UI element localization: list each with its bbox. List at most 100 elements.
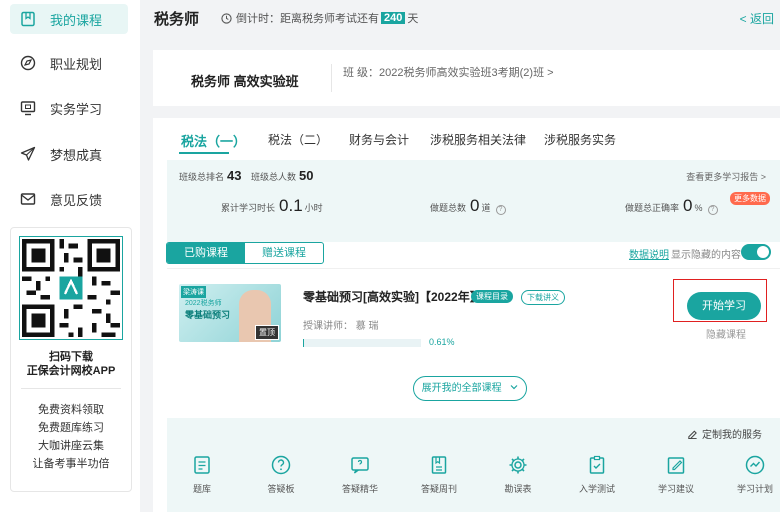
service-study-plan[interactable]: 学习计划: [725, 454, 780, 495]
errata-gear-icon: [509, 456, 527, 474]
tab-tax-law-1[interactable]: 税法（一）: [181, 131, 246, 150]
sidebar-item-career[interactable]: 职业规划: [10, 48, 128, 78]
show-hidden-label: 显示隐藏的内容: [671, 250, 741, 261]
course-progress-text: 0.61%: [429, 337, 455, 347]
entrance-test-icon: [589, 455, 605, 474]
chevron-down-icon: [510, 385, 518, 390]
thumbnail-title: 零基础预习: [185, 310, 231, 320]
service-study-advice[interactable]: 学习建议: [646, 454, 706, 495]
study-stats: 班级总排名 43 班级总人数 50 查看更多学习报告 > 累计学习时长 0.1 小时 做…: [167, 160, 780, 242]
qr-link-question-bank[interactable]: 免费题库练习: [11, 419, 131, 435]
subject-tabs: 税法（一） 税法（二） 财务与会计 涉税服务相关法律 涉税服务实务: [153, 118, 780, 158]
qr-title-line2: 正保会计网校APP: [26, 365, 116, 377]
service-qa-board[interactable]: 答疑板: [251, 454, 311, 495]
service-qa-highlights[interactable]: 答疑精华: [330, 454, 390, 495]
more-report-link[interactable]: 查看更多学习报告 >: [686, 170, 766, 183]
course-filter-toggle: 已购课程 赠送课程: [166, 242, 324, 264]
help-icon[interactable]: ?: [495, 205, 506, 215]
sidebar-item-my-courses[interactable]: 我的课程: [10, 4, 128, 34]
course-thumbnail[interactable]: 梁涛课 2022税务师 零基础预习 置顶: [179, 284, 281, 342]
download-handout-badge[interactable]: 下载讲义: [521, 290, 565, 305]
customize-services-label: 定制我的服务: [702, 430, 762, 441]
sidebar-item-label: 意见反馈: [50, 192, 103, 208]
class-rank-label: 班级总排名: [179, 172, 225, 182]
tab-tax-practice[interactable]: 涉税服务实务: [544, 131, 616, 148]
customize-services-link[interactable]: 定制我的服务: [687, 426, 762, 441]
divider: [331, 64, 332, 92]
study-time-label: 累计学习时长: [221, 203, 276, 213]
edit-icon: [688, 430, 697, 439]
service-label: 答疑精华: [341, 484, 378, 494]
sidebar-item-dreams[interactable]: 梦想成真: [10, 139, 128, 169]
divider: [167, 268, 780, 269]
question-count: 做题总数 0 道?: [430, 196, 506, 216]
progress-fill: [303, 339, 304, 347]
bookmark-icon: [21, 11, 35, 27]
question-bank-icon: [194, 456, 210, 474]
sidebar-item-label: 实务学习: [50, 101, 103, 117]
hide-course-link[interactable]: 隐藏课程: [706, 326, 746, 341]
class-rank-value: 43: [227, 168, 242, 183]
class-total-label: 班级总人数: [251, 172, 297, 182]
question-count-unit: 道: [481, 203, 491, 213]
study-time-unit: 小时: [304, 203, 323, 213]
paper-plane-icon: [20, 146, 36, 161]
service-label: 答疑板: [267, 484, 295, 494]
divider: [21, 388, 121, 389]
compass-icon: [20, 55, 36, 71]
header: 税务师 倒计时：距离税务师考试还有 240 天 < 返回: [140, 0, 780, 36]
clock-icon: [221, 12, 232, 24]
course-teacher: 授课讲师： 慕 瑞: [303, 321, 379, 332]
tab-tax-law-2[interactable]: 税法（二）: [268, 131, 328, 148]
tab-finance-accounting[interactable]: 财务与会计: [349, 131, 409, 148]
qa-weekly-icon: [431, 456, 447, 474]
sidebar-item-feedback[interactable]: 意见反馈: [10, 184, 128, 214]
qr-link-exam-prep[interactable]: 让备考事半功倍: [11, 455, 131, 471]
sidebar-item-label: 梦想成真: [50, 147, 103, 163]
course-panel: 税法（一） 税法（二） 财务与会计 涉税服务相关法律 涉税服务实务 班级总排名 4…: [153, 118, 780, 512]
course-progress-bar: [303, 339, 421, 347]
services-panel: 定制我的服务 题库 答疑板 答疑精华 答疑周刊 勘误表 入学测试 学习建议 学习…: [167, 418, 780, 512]
service-label: 学习计划: [736, 484, 773, 494]
purchased-courses-tab[interactable]: 已购课程: [167, 243, 245, 263]
data-description-link[interactable]: 数据说明: [629, 246, 669, 261]
service-label: 学习建议: [657, 484, 694, 494]
qr-link-lectures[interactable]: 大咖讲座云集: [11, 437, 131, 453]
tab-tax-related-law[interactable]: 涉税服务相关法律: [430, 131, 526, 148]
more-data-badge[interactable]: 更多数据: [730, 192, 770, 205]
help-icon[interactable]: ?: [707, 205, 718, 215]
qa-highlight-icon: [351, 457, 369, 474]
qr-link-materials[interactable]: 免费资料领取: [11, 401, 131, 417]
expand-label: 展开我的全部课程: [421, 383, 502, 394]
sidebar-item-label: 职业规划: [50, 56, 103, 72]
accuracy-label: 做题总正确率: [625, 203, 680, 213]
study-plan-icon: [745, 455, 765, 475]
service-qa-weekly[interactable]: 答疑周刊: [409, 454, 469, 495]
show-hidden-toggle[interactable]: [741, 244, 771, 260]
course-catalog-badge[interactable]: 课程目录: [471, 290, 513, 303]
pin-badge[interactable]: 置顶: [255, 325, 279, 340]
service-question-bank[interactable]: 题库: [172, 454, 232, 495]
study-advice-icon: [667, 457, 685, 474]
thumbnail-subtitle: 2022税务师: [185, 300, 222, 307]
qa-board-icon: [271, 455, 291, 475]
sidebar-item-practice[interactable]: 实务学习: [10, 93, 128, 123]
expand-all-courses-button[interactable]: 展开我的全部课程: [413, 376, 527, 401]
service-label: 答疑周刊: [420, 484, 457, 494]
app-download-panel: 扫码下载 正保会计网校APP 免费资料领取 免费题库练习 大咖讲座云集 让备考事…: [10, 227, 132, 492]
qr-code: [19, 236, 123, 340]
start-learning-button[interactable]: 开始学习: [687, 292, 761, 320]
service-label: 题库: [192, 484, 211, 494]
countdown-days: 240: [381, 12, 406, 24]
study-time: 累计学习时长 0.1 小时: [221, 196, 323, 216]
service-errata[interactable]: 勘误表: [488, 454, 548, 495]
class-info-link[interactable]: 班 级：2022税务师高效实验班3考期(2)班 >: [343, 64, 554, 80]
service-entrance-test[interactable]: 入学测试: [567, 454, 627, 495]
active-tab-indicator: [179, 152, 229, 154]
course-title[interactable]: 零基础预习[高效实验]【2022年】: [303, 288, 482, 305]
sidebar-item-label: 我的课程: [50, 12, 103, 28]
question-count-value: 0: [470, 196, 480, 215]
back-link[interactable]: < 返回: [740, 10, 774, 27]
class-card: 税务师 高效实验班 班 级：2022税务师高效实验班3考期(2)班 >: [153, 50, 780, 106]
gifted-courses-tab[interactable]: 赠送课程: [245, 243, 323, 263]
